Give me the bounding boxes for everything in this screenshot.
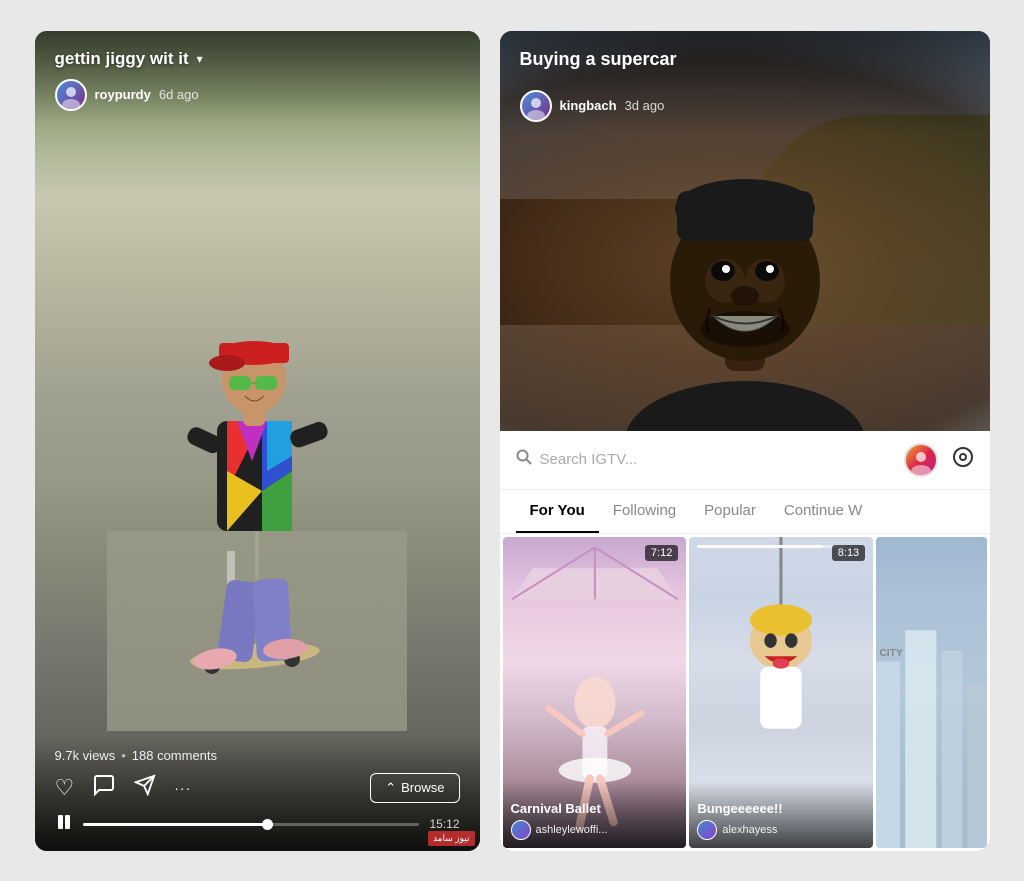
video-info-2: Bungeeeeee!! alexhayess	[689, 781, 873, 848]
video-header: gettin jiggy wit it ▾ roypurdy 6d ago	[35, 31, 480, 123]
pause-icon[interactable]	[55, 813, 73, 836]
like-icon[interactable]: ♡	[55, 775, 75, 801]
browse-button[interactable]: ⌃ Browse	[370, 773, 459, 803]
views-stat: 9.7k views	[55, 748, 116, 763]
tab-continue[interactable]: Continue W	[770, 490, 876, 533]
video-info-1: Carnival Ballet ashleylewoffi...	[503, 781, 687, 848]
video-author-1: ashleylewoffi...	[536, 824, 608, 836]
video-author-2: alexhayess	[722, 824, 777, 836]
right-title-row: Buying a supercar	[520, 49, 970, 80]
search-icon	[516, 449, 532, 470]
right-user-row: kingbach 3d ago	[520, 90, 970, 122]
video-author-row-1: ashleylewoffi...	[511, 820, 679, 840]
time-ago-label: 6d ago	[159, 87, 199, 102]
video-progress-bar-2	[697, 545, 845, 548]
right-time-ago: 3d ago	[625, 98, 665, 113]
tabs-row: For You Following Popular Continue W	[500, 490, 990, 534]
avatar[interactable]	[55, 79, 87, 111]
tab-following[interactable]: Following	[599, 490, 690, 533]
video-card-bungee[interactable]: 8:13 Bungeeeeee!! alexhayess	[689, 537, 873, 848]
svg-text:CITY: CITY	[880, 648, 904, 659]
watermark: نیوز سامد	[428, 831, 475, 846]
card3-art: CITY	[876, 537, 986, 848]
road-line	[255, 481, 259, 581]
comment-icon[interactable]	[92, 773, 116, 803]
action-icons: ♡ ···	[55, 773, 192, 803]
stats-row: 9.7k views • 188 comments	[55, 748, 460, 763]
username-label[interactable]: roypurdy	[95, 87, 151, 102]
video-duration-1: 7:12	[645, 545, 678, 561]
video-title-card-2: Bungeeeeee!!	[697, 801, 865, 816]
video-author-avatar-1	[511, 820, 531, 840]
right-avatar[interactable]	[520, 90, 552, 122]
video-title-card-1: Carnival Ballet	[511, 801, 679, 816]
left-video-panel: gettin jiggy wit it ▾ roypurdy 6d ago	[35, 31, 480, 851]
settings-icon[interactable]	[952, 446, 974, 474]
duration-label: 15:12	[429, 817, 459, 831]
search-bar: Search IGTV...	[516, 449, 904, 470]
comments-stat: 188 comments	[132, 748, 217, 763]
right-username-label[interactable]: kingbach	[560, 98, 617, 113]
dropdown-icon[interactable]: ▾	[197, 52, 203, 66]
right-video-title: Buying a supercar	[520, 49, 677, 70]
videos-grid: 7:12 Carnival Ballet ashleylewoffi...	[500, 534, 990, 851]
video-title: gettin jiggy wit it	[55, 49, 189, 69]
igtv-profile-avatar[interactable]	[904, 443, 938, 477]
video-author-row-2: alexhayess	[697, 820, 865, 840]
search-placeholder[interactable]: Search IGTV...	[540, 451, 638, 468]
share-icon[interactable]	[134, 774, 156, 802]
video-title-row: gettin jiggy wit it ▾	[55, 49, 460, 69]
progress-fill	[83, 823, 268, 826]
browse-chevron: ⌃	[385, 780, 396, 796]
progress-row: 15:12	[55, 813, 460, 836]
header-icons	[904, 443, 974, 477]
more-icon[interactable]: ···	[174, 780, 191, 796]
search-bar-row: Search IGTV...	[500, 431, 990, 490]
progress-bar[interactable]	[83, 823, 420, 826]
right-video-header: Buying a supercar kingbach 3d ago	[500, 31, 990, 134]
tab-popular[interactable]: Popular	[690, 490, 770, 533]
tab-for-you[interactable]: For You	[516, 490, 599, 533]
actions-row: ♡ ··· ⌃ Bro	[55, 773, 460, 803]
video-background	[35, 31, 480, 851]
video-duration-2: 8:13	[832, 545, 865, 561]
video-progress-fill-2	[697, 545, 823, 548]
igtv-ui-overlay: Search IGTV...	[500, 431, 990, 851]
video-controls: 9.7k views • 188 comments ♡	[35, 738, 480, 851]
video-author-avatar-2	[697, 820, 717, 840]
video-card-carnival-ballet[interactable]: 7:12 Carnival Ballet ashleylewoffi...	[503, 537, 687, 848]
user-row: roypurdy 6d ago	[55, 79, 460, 111]
video-card-cityscape[interactable]: CITY	[876, 537, 986, 848]
right-video-panel: Buying a supercar kingbach 3d ago	[500, 31, 990, 851]
progress-dot	[262, 819, 273, 830]
